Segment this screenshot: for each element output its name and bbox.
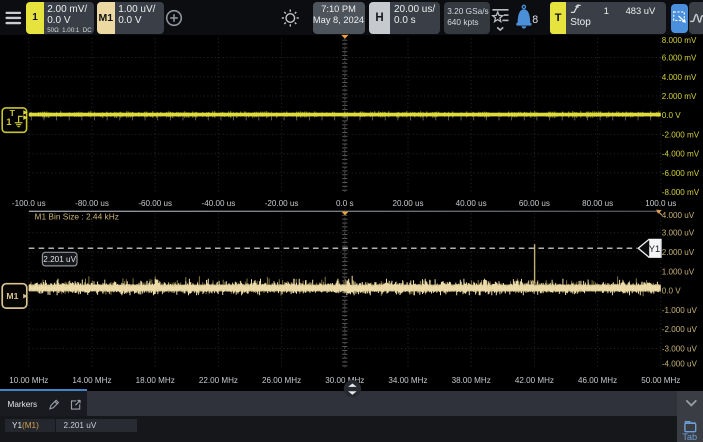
svg-text:80.00 us: 80.00 us [582, 199, 613, 208]
svg-text:8.000 mV: 8.000 mV [662, 36, 697, 45]
svg-text:-4.000 uV: -4.000 uV [662, 360, 698, 369]
svg-text:Y1: Y1 [649, 244, 660, 254]
svg-text:18.00 MHz: 18.00 MHz [136, 376, 175, 385]
svg-text:-40.00 us: -40.00 us [202, 199, 236, 208]
svg-text:1: 1 [6, 117, 12, 128]
svg-text:-20.00 us: -20.00 us [265, 199, 299, 208]
svg-text:0.0 V: 0.0 V [662, 287, 682, 296]
svg-text:4.000 uV: 4.000 uV [662, 211, 695, 220]
svg-text:M1 Bin Size : 2.44 kHz: M1 Bin Size : 2.44 kHz [35, 212, 119, 222]
svg-text:-60.00 us: -60.00 us [138, 199, 172, 208]
svg-text:0.0 s: 0.0 s [336, 199, 354, 208]
svg-text:60.00 us: 60.00 us [519, 199, 550, 208]
svg-text:-6.000 mV: -6.000 mV [662, 169, 700, 178]
svg-text:38.00 MHz: 38.00 MHz [452, 376, 491, 385]
svg-text:20.00 us: 20.00 us [392, 199, 423, 208]
svg-text:-100.0 us: -100.0 us [12, 199, 46, 208]
svg-text:M1: M1 [6, 291, 18, 301]
svg-text:40.00 us: 40.00 us [456, 199, 487, 208]
svg-text:10.00 MHz: 10.00 MHz [9, 376, 48, 385]
svg-text:8: 8 [532, 14, 538, 26]
svg-text:34.00 MHz: 34.00 MHz [388, 376, 427, 385]
svg-text:46.00 MHz: 46.00 MHz [578, 376, 617, 385]
svg-text:100.0 us: 100.0 us [645, 199, 676, 208]
svg-text:2.000 mV: 2.000 mV [662, 92, 697, 101]
svg-text:0.0 V: 0.0 V [662, 111, 682, 120]
svg-text:26.00 MHz: 26.00 MHz [262, 376, 301, 385]
svg-text:14.00 MHz: 14.00 MHz [72, 376, 111, 385]
svg-text:1.000 uV: 1.000 uV [662, 267, 695, 276]
svg-text:22.00 MHz: 22.00 MHz [199, 376, 238, 385]
svg-text:-2.000 uV: -2.000 uV [662, 325, 698, 334]
svg-text:-1.000 uV: -1.000 uV [662, 306, 698, 315]
svg-text:-4.000 mV: -4.000 mV [662, 150, 700, 159]
svg-text:4.000 mV: 4.000 mV [662, 73, 697, 82]
svg-text:-8.000 mV: -8.000 mV [662, 188, 700, 197]
svg-text:50.00 MHz: 50.00 MHz [641, 376, 680, 385]
svg-text:-2.000 mV: -2.000 mV [662, 131, 700, 140]
svg-text:-80.00 us: -80.00 us [75, 199, 109, 208]
svg-text:-3.000 uV: -3.000 uV [662, 345, 698, 354]
svg-text:6.000 mV: 6.000 mV [662, 54, 697, 63]
svg-text:3.000 uV: 3.000 uV [662, 229, 695, 238]
svg-text:2.201 uV: 2.201 uV [43, 255, 76, 264]
svg-text:2.000 uV: 2.000 uV [662, 248, 695, 257]
svg-text:42.00 MHz: 42.00 MHz [515, 376, 554, 385]
